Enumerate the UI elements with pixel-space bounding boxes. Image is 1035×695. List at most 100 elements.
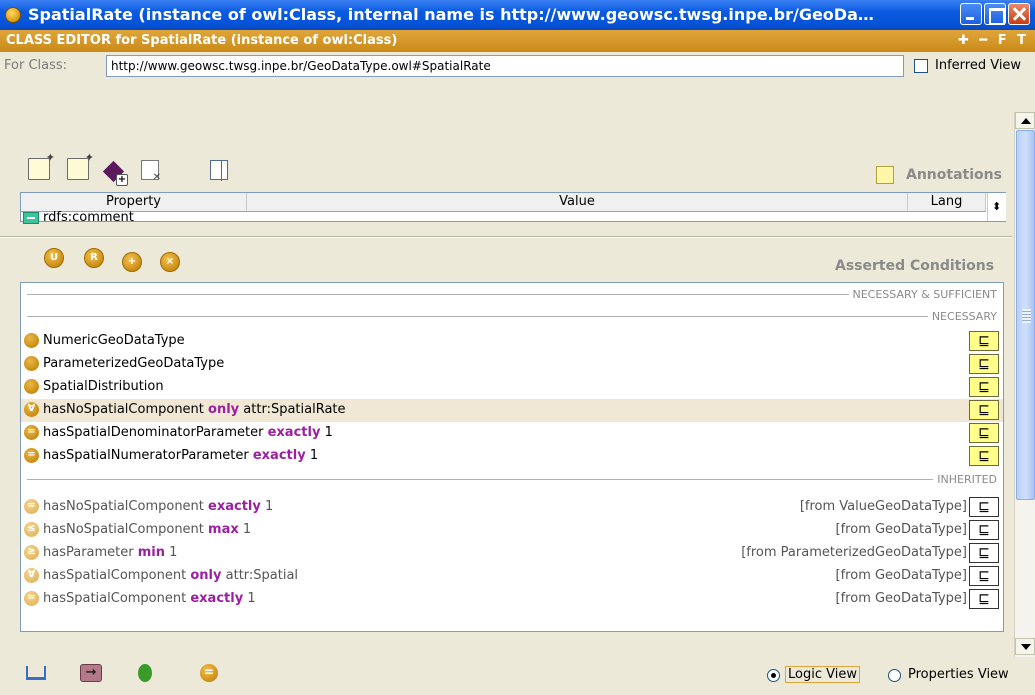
- logic-view-label[interactable]: Logic View: [785, 666, 860, 683]
- condition-row[interactable]: NumericGeoDataType ⊑: [21, 330, 1003, 353]
- scroll-down-button[interactable]: [1015, 638, 1035, 655]
- toggle-panel-icon[interactable]: [210, 160, 228, 181]
- properties-view-label[interactable]: Properties View: [908, 667, 1009, 682]
- condition-text: hasSpatialComponent only attr:Spatial: [43, 568, 299, 583]
- move-right-icon[interactable]: →: [80, 664, 102, 682]
- vertical-scrollbar[interactable]: [1014, 112, 1035, 657]
- named-class-icon: [24, 333, 39, 348]
- condition-text: hasNoSpatialComponent exactly 1: [43, 499, 274, 514]
- subclass-toggle[interactable]: ⊑: [969, 377, 999, 397]
- condition-text: hasParameter min 1: [43, 545, 178, 560]
- create-annotation-icon[interactable]: [28, 151, 55, 180]
- named-class-icon: [24, 356, 39, 371]
- condition-text: hasSpatialDenominatorParameter exactly 1: [43, 425, 333, 440]
- annotations-note-icon: [876, 166, 894, 184]
- cardinality-icon[interactable]: =: [200, 664, 218, 682]
- annotation-property-icon: [23, 212, 39, 224]
- condition-row[interactable]: SpatialDistribution ⊑: [21, 376, 1003, 399]
- condition-row[interactable]: = hasSpatialDenominatorParameter exactly…: [21, 422, 1003, 445]
- window-title-bar[interactable]: SpatialRate (instance of owl:Class, inte…: [0, 0, 1035, 30]
- annotation-property: rdfs:comment: [43, 210, 134, 225]
- annotations-table[interactable]: Property Value Lang rdfs:comment: [20, 192, 1006, 225]
- max-cardinality-icon: ≤: [24, 522, 39, 537]
- protege-class-icon: [5, 7, 21, 23]
- minimize-button[interactable]: [960, 3, 982, 25]
- create-datatype-annotation-icon[interactable]: [67, 151, 94, 180]
- section-necessary: NECESSARY: [927, 310, 997, 323]
- class-editor-header: CLASS EDITOR for SpatialRate (instance o…: [0, 30, 1035, 52]
- subclass-toggle[interactable]: ⊑: [969, 543, 999, 563]
- section-inherited: INHERITED: [933, 473, 997, 486]
- for-class-label: For Class:: [4, 58, 68, 73]
- condition-text: hasNoSpatialComponent only attr:SpatialR…: [43, 402, 346, 417]
- inherited-condition-row[interactable]: ∀ hasSpatialComponent only attr:Spatial …: [21, 565, 1003, 588]
- inherited-from: [from GeoDataType]: [835, 591, 967, 606]
- class-editor-title: CLASS EDITOR for SpatialRate (instance o…: [6, 33, 398, 48]
- inferred-view-checkbox[interactable]: [914, 59, 928, 73]
- cardinality-icon: =: [24, 499, 39, 514]
- subclass-toggle[interactable]: ⊑: [969, 446, 999, 466]
- inherited-condition-row[interactable]: ≥ hasParameter min 1 [from Parameterized…: [21, 542, 1003, 565]
- window-title: SpatialRate (instance of owl:Class, inte…: [28, 5, 874, 24]
- all-values-icon: ∀: [24, 568, 39, 583]
- condition-text: hasSpatialNumeratorParameter exactly 1: [43, 448, 319, 463]
- scroll-thumb[interactable]: [1016, 130, 1035, 500]
- section-necessary-sufficient: NECESSARY & SUFFICIENT: [848, 288, 997, 301]
- condition-row[interactable]: ParameterizedGeoDataType ⊑: [21, 353, 1003, 376]
- divider-line: [27, 316, 997, 317]
- for-class-row: For Class: http://www.geowsc.twsg.inpe.b…: [0, 52, 1035, 80]
- scroll-up-button[interactable]: [1015, 112, 1035, 129]
- move-down-icon[interactable]: [26, 666, 46, 680]
- subclass-toggle[interactable]: ⊑: [969, 400, 999, 420]
- plus-badge-icon: +: [116, 174, 128, 186]
- inferred-view-label: Inferred View: [935, 58, 1022, 73]
- remove-condition-icon[interactable]: ×: [160, 252, 180, 272]
- subclass-toggle[interactable]: ⊑: [969, 497, 999, 517]
- create-restriction-icon[interactable]: R: [84, 248, 104, 268]
- all-values-icon: ∀: [24, 402, 39, 417]
- add-named-class-icon[interactable]: +: [122, 252, 142, 272]
- condition-text: hasNoSpatialComponent max 1: [43, 522, 252, 537]
- conditions-list[interactable]: NECESSARY & SUFFICIENT NECESSARY Numeric…: [20, 282, 1004, 632]
- close-button[interactable]: [1008, 3, 1030, 25]
- subclass-toggle[interactable]: ⊑: [969, 423, 999, 443]
- for-class-field[interactable]: http://www.geowsc.twsg.inpe.br/GeoDataTy…: [106, 55, 904, 77]
- inherited-from: [from GeoDataType]: [835, 568, 967, 583]
- condition-text: NumericGeoDataType: [43, 333, 185, 348]
- condition-row-selected[interactable]: ∀ hasNoSpatialComponent only attr:Spatia…: [21, 399, 1003, 422]
- annotations-title: Annotations: [906, 167, 1002, 183]
- min-cardinality-icon: ≥: [24, 545, 39, 560]
- editor-controls[interactable]: ✚ ━ F T: [958, 30, 1029, 52]
- inherited-from: [from ParameterizedGeoDataType]: [741, 545, 967, 560]
- inherited-condition-row[interactable]: ≤ hasNoSpatialComponent max 1 [from GeoD…: [21, 519, 1003, 542]
- scroll-grip-icon: [1022, 309, 1031, 323]
- subclass-toggle[interactable]: ⊑: [969, 589, 999, 609]
- properties-view-radio[interactable]: [888, 669, 901, 682]
- column-header-lang[interactable]: Lang: [908, 193, 986, 212]
- delete-annotation-icon[interactable]: [141, 160, 161, 183]
- subclass-toggle[interactable]: ⊑: [969, 520, 999, 540]
- subclass-toggle[interactable]: ⊑: [969, 331, 999, 351]
- condition-text: hasSpatialComponent exactly 1: [43, 591, 256, 606]
- bug-icon[interactable]: [138, 664, 152, 682]
- inherited-from: [from ValueGeoDataType]: [799, 499, 967, 514]
- maximize-button[interactable]: [984, 3, 1006, 25]
- column-header-value[interactable]: Value: [247, 193, 908, 212]
- condition-row[interactable]: = hasSpatialNumeratorParameter exactly 1…: [21, 445, 1003, 468]
- annotation-row[interactable]: rdfs:comment: [21, 210, 986, 225]
- subclass-toggle[interactable]: ⊑: [969, 354, 999, 374]
- section-divider: [0, 236, 1012, 238]
- cardinality-icon: =: [24, 591, 39, 606]
- named-class-icon: [24, 379, 39, 394]
- condition-text: SpatialDistribution: [43, 379, 164, 394]
- subclass-toggle[interactable]: ⊑: [969, 566, 999, 586]
- cardinality-icon: =: [24, 425, 39, 440]
- logic-view-radio[interactable]: [767, 669, 780, 682]
- inherited-condition-row[interactable]: = hasSpatialComponent exactly 1 [from Ge…: [21, 588, 1003, 611]
- cardinality-icon: =: [24, 448, 39, 463]
- create-necessary-sufficient-icon[interactable]: U: [44, 248, 64, 268]
- condition-text: ParameterizedGeoDataType: [43, 356, 225, 371]
- divider-line: [27, 479, 997, 480]
- inherited-condition-row[interactable]: = hasNoSpatialComponent exactly 1 [from …: [21, 496, 1003, 519]
- annotation-spinner[interactable]: [987, 193, 1006, 221]
